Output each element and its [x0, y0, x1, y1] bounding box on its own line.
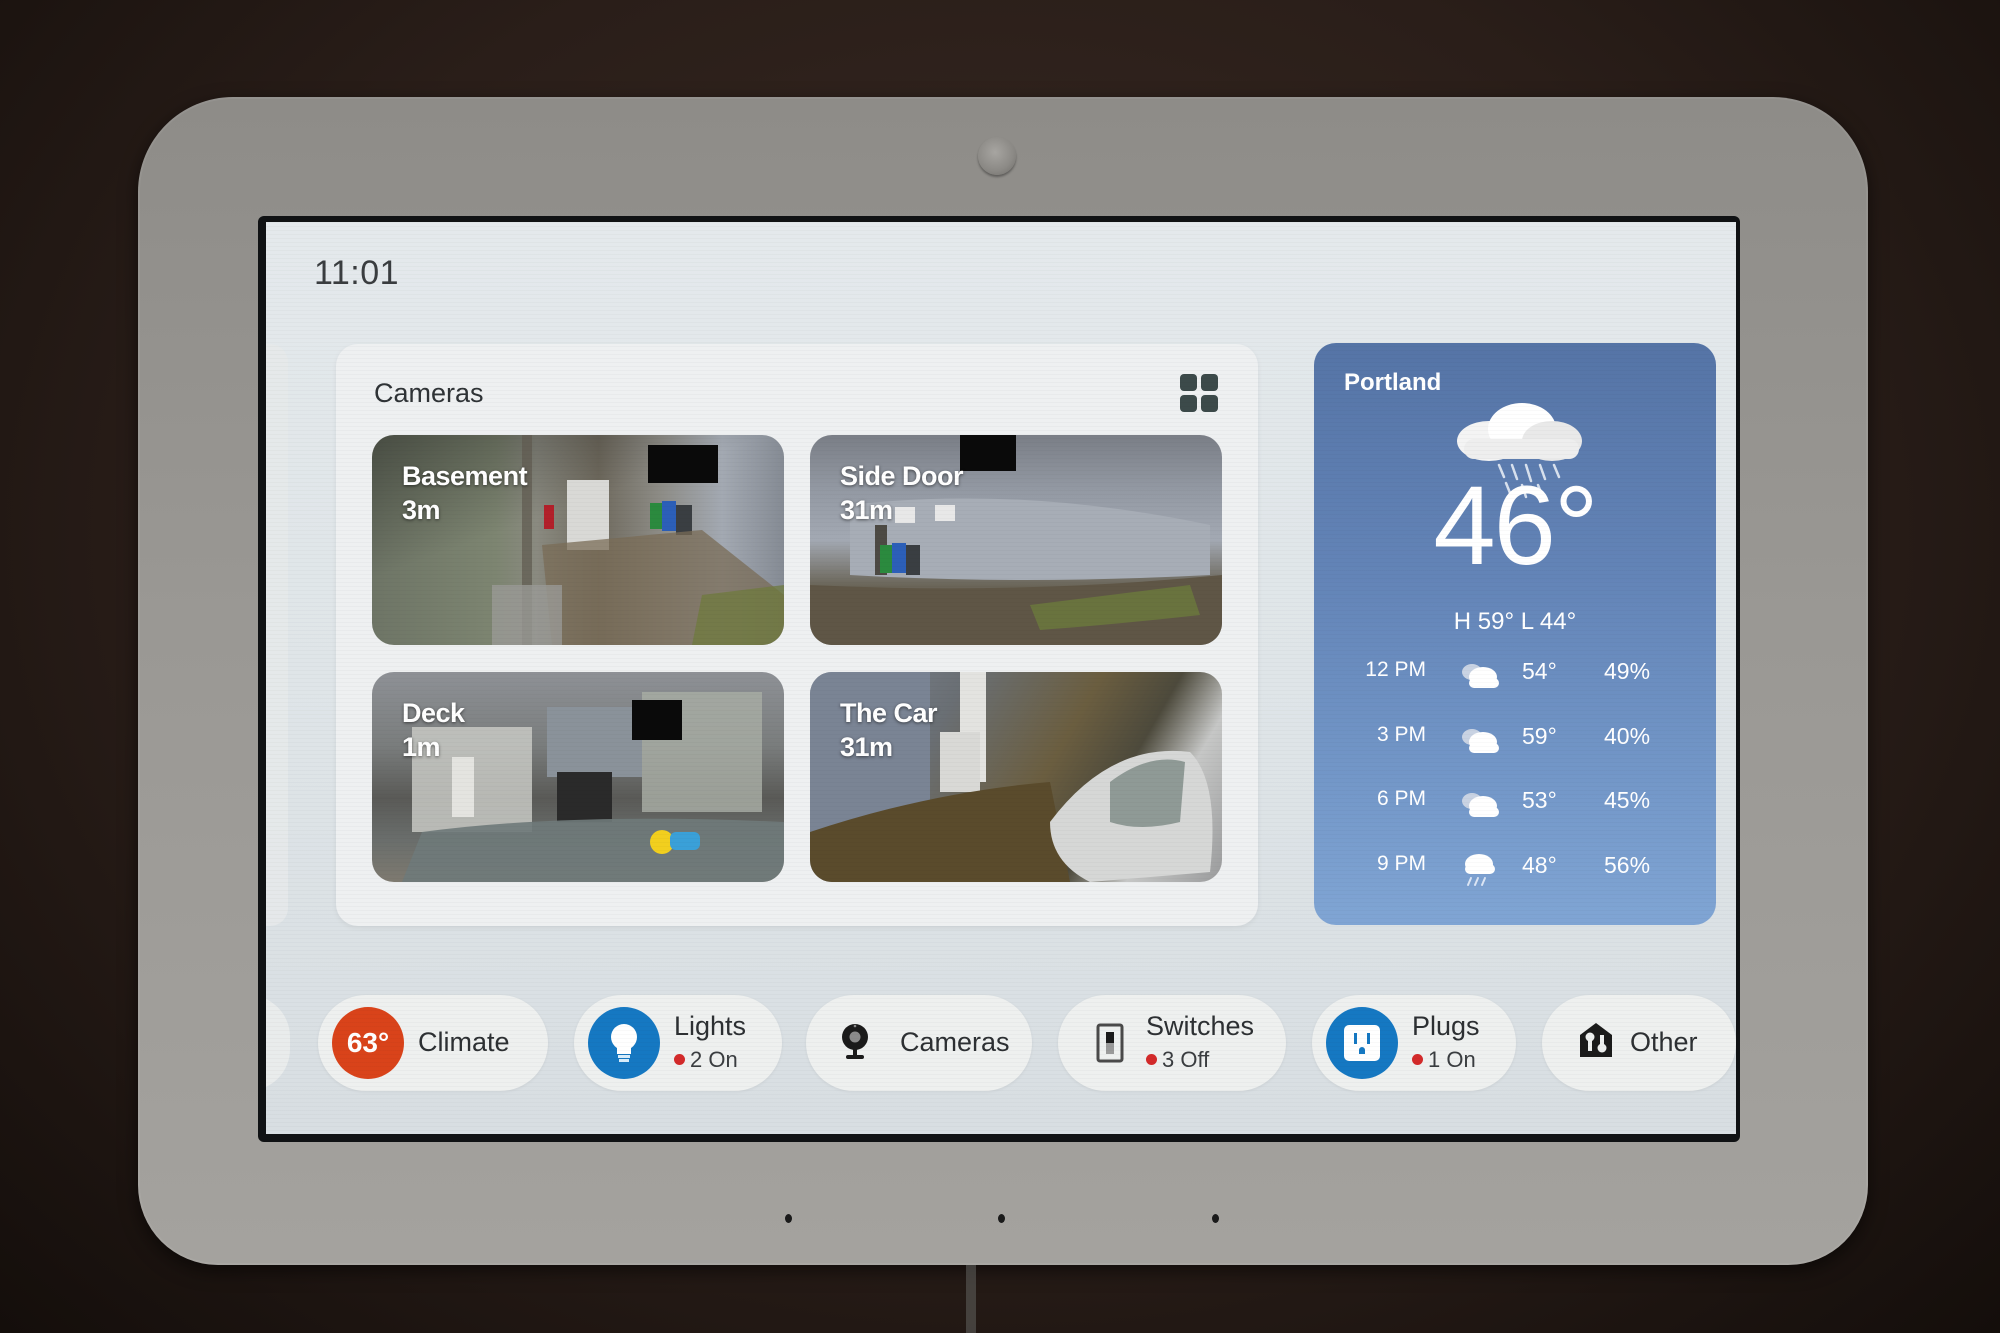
forecast-temp: 54° — [1522, 658, 1557, 684]
climate-temperature: 63° — [346, 1027, 390, 1058]
microphone-hole — [998, 1214, 1005, 1223]
high-low-temperature: H 59° L 44° — [1453, 608, 1577, 635]
current-temperature: 46° — [1433, 463, 1598, 588]
previous-chip-peek[interactable] — [266, 995, 290, 1091]
chip-label: Lights — [674, 1011, 747, 1041]
chip-plugs[interactable]: Plugs 1 On — [1312, 995, 1516, 1091]
camera-name: Basement — [402, 461, 528, 491]
chip-status: 1 On — [1412, 1047, 1476, 1073]
grid-cell — [1201, 374, 1218, 391]
outlet-icon — [1344, 1025, 1380, 1061]
camera-tile-label: Deck 1m — [402, 696, 465, 764]
camera-tile-deck[interactable]: Deck 1m — [372, 672, 784, 882]
climate-temperature-badge: 63° — [332, 1007, 404, 1079]
chip-label: Plugs — [1412, 1011, 1480, 1041]
status-dot — [674, 1054, 685, 1065]
camera-age: 31m — [840, 495, 893, 525]
camera-tile-the-car[interactable]: The Car 31m — [810, 672, 1222, 882]
camera-age: 31m — [840, 732, 893, 762]
forecast-precip: 56% — [1604, 852, 1651, 878]
forecast-precip: 49% — [1604, 658, 1651, 684]
weather-city: Portland — [1344, 369, 1442, 396]
microphone-hole — [1212, 1214, 1219, 1223]
chip-lights[interactable]: Lights 2 On — [574, 995, 782, 1091]
forecast-precip: 40% — [1604, 723, 1651, 749]
chip-label: Other — [1630, 1027, 1698, 1057]
camera-name: Deck — [402, 698, 465, 728]
chip-label: Cameras — [900, 1027, 1010, 1057]
microphone-hole — [785, 1214, 792, 1223]
forecast-time: 12 PM — [1365, 658, 1426, 681]
weather-card[interactable]: Portland 46° H 59° L 44° 12 PM 54° 49% 3… — [1314, 343, 1716, 925]
power-cable — [966, 1265, 976, 1333]
camera-tile-side-door[interactable]: Side Door 31m — [810, 435, 1222, 645]
clock-time: 11:01 — [314, 254, 400, 292]
camera-name: Side Door — [840, 461, 964, 491]
cameras-card-title: Cameras — [374, 378, 484, 408]
hourly-forecast-row: 6 PM 53° 45% — [1314, 787, 1716, 827]
chip-label: Switches — [1146, 1011, 1255, 1041]
chip-climate[interactable]: 63° Climate — [318, 995, 548, 1091]
redaction-block — [960, 435, 1016, 471]
chip-cameras[interactable]: Cameras — [806, 995, 1032, 1091]
chip-status-text: 2 On — [690, 1047, 738, 1072]
forecast-time: 6 PM — [1376, 787, 1426, 810]
redaction-block — [648, 445, 718, 483]
chip-label: Climate — [418, 1027, 510, 1057]
forecast-temp: 59° — [1522, 723, 1557, 749]
hourly-forecast-row: 9 PM 48° 56% — [1314, 852, 1716, 892]
camera-age: 3m — [402, 495, 441, 525]
camera-age: 1m — [402, 732, 441, 762]
partly-cloudy-icon — [1462, 729, 1499, 753]
camera-tile-label: Basement 3m — [402, 459, 528, 527]
home-devices-icon — [1580, 1023, 1612, 1057]
plug-badge — [1326, 1007, 1398, 1079]
camera-tile-label: Side Door 31m — [840, 459, 964, 527]
status-dot — [1412, 1054, 1423, 1065]
grid-view-icon[interactable] — [1180, 374, 1218, 412]
grid-cell — [1180, 374, 1197, 391]
switch-icon — [1096, 1023, 1124, 1063]
chip-status: 3 Off — [1146, 1047, 1209, 1073]
status-dot — [1146, 1054, 1157, 1065]
camera-icon — [842, 1024, 868, 1059]
lightbulb-badge — [588, 1007, 660, 1079]
chip-status-text: 3 Off — [1162, 1047, 1210, 1072]
cameras-card[interactable]: Cameras Basement 3m Side Door 31m Deck 1… — [336, 344, 1258, 926]
forecast-temp: 48° — [1522, 852, 1557, 878]
forecast-temp: 53° — [1522, 787, 1557, 813]
forecast-time: 3 PM — [1376, 723, 1426, 746]
grid-cell — [1180, 395, 1197, 412]
hourly-forecast-row: 12 PM 54° 49% — [1314, 658, 1716, 698]
chip-other[interactable]: Other — [1542, 995, 1736, 1091]
rain-icon — [1465, 854, 1495, 886]
device-camera-lens — [978, 137, 1016, 175]
camera-name: The Car — [840, 698, 938, 728]
partly-cloudy-icon — [1462, 793, 1499, 817]
hourly-forecast-row: 3 PM 59° 40% — [1314, 723, 1716, 763]
previous-card-peek[interactable] — [266, 344, 288, 926]
forecast-precip: 45% — [1604, 787, 1651, 813]
chip-status-text: 1 On — [1428, 1047, 1476, 1072]
screen: 11:01 Cameras Basement 3m Side Door 31m … — [266, 222, 1736, 1134]
redaction-block — [632, 700, 682, 740]
chip-switches[interactable]: Switches 3 Off — [1058, 995, 1286, 1091]
chip-status: 2 On — [674, 1047, 738, 1073]
camera-tile-basement[interactable]: Basement 3m — [372, 435, 784, 645]
forecast-time: 9 PM — [1376, 852, 1426, 875]
partly-cloudy-icon — [1462, 664, 1499, 688]
lightbulb-icon — [611, 1024, 637, 1062]
camera-tile-label: The Car 31m — [840, 696, 938, 764]
grid-cell — [1201, 395, 1218, 412]
